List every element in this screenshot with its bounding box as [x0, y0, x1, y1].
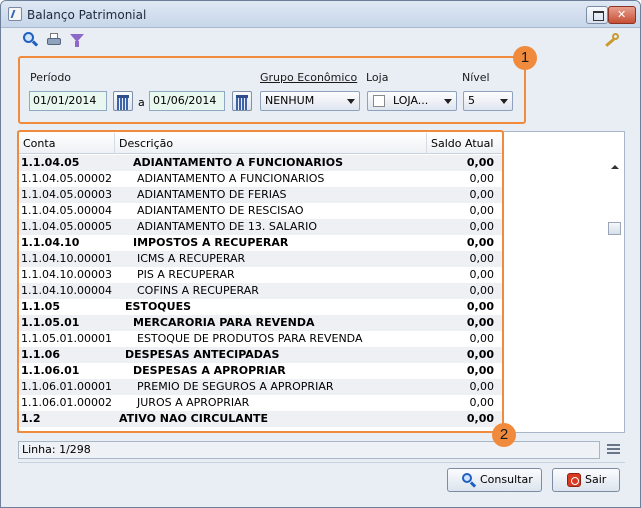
main-window: Balanço Patrimonial Período 01/01/2014 a…: [0, 0, 641, 508]
callout-box-filters: [18, 56, 526, 124]
app-icon: [8, 7, 22, 21]
close-button[interactable]: [608, 6, 636, 24]
vertical-scrollbar[interactable]: [605, 132, 624, 432]
exit-icon: [567, 473, 581, 487]
sair-button[interactable]: Sair: [552, 468, 620, 492]
callout-box-grid: [17, 130, 504, 433]
status-bar: Linha: 1/298: [18, 441, 600, 459]
filter-icon[interactable]: [69, 32, 85, 48]
toolbar: [2, 29, 640, 51]
callout-badge-2: 2: [492, 423, 516, 447]
search-icon[interactable]: [23, 32, 39, 48]
print-icon[interactable]: [46, 32, 62, 48]
sair-label: Sair: [585, 473, 607, 486]
consultar-label: Consultar: [480, 473, 533, 486]
divider: [18, 462, 625, 463]
menu-icon[interactable]: [607, 444, 620, 455]
window-title: Balanço Patrimonial: [27, 8, 147, 22]
consultar-button[interactable]: Consultar: [447, 468, 542, 492]
scroll-thumb[interactable]: [608, 222, 621, 235]
search-icon: [462, 473, 477, 488]
title-bar: Balanço Patrimonial: [1, 1, 640, 28]
key-icon[interactable]: [604, 32, 620, 48]
callout-badge-1: 1: [513, 46, 537, 70]
scroll-up-icon[interactable]: [611, 165, 619, 169]
maximize-button[interactable]: [586, 6, 608, 24]
